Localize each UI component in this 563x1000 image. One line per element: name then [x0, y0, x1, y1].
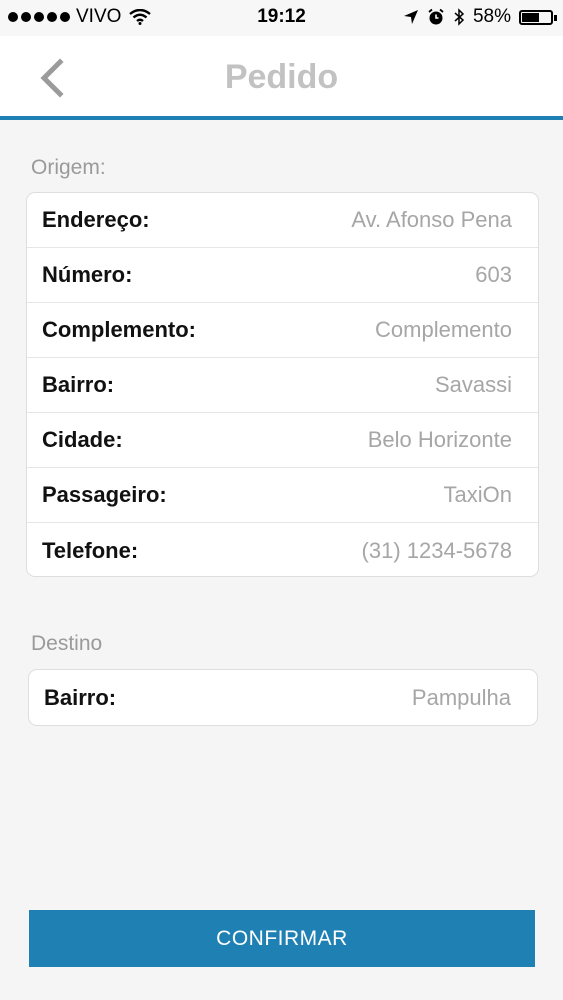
field-value: Savassi — [434, 372, 512, 397]
status-bar-right: 58% — [403, 6, 557, 28]
status-bar: VIVO 19:12 58% — [0, 0, 563, 36]
endereco-field[interactable]: Endereço: Av. Afonso Pena — [27, 193, 538, 248]
battery-percentage: 58% — [472, 6, 511, 27]
field-value: Pampulha — [411, 684, 511, 710]
cidade-field[interactable]: Cidade: Belo Horizonte — [27, 413, 538, 468]
bairro-field[interactable]: Bairro: Savassi — [27, 358, 538, 413]
complemento-field[interactable]: Complemento: Complemento — [27, 303, 538, 358]
page-title: Pedido — [224, 58, 339, 96]
field-label: Complemento: — [42, 317, 196, 342]
origem-section-label: Origem: — [31, 156, 106, 179]
destino-section-label: Destino — [31, 632, 103, 655]
field-label: Bairro: — [44, 684, 117, 710]
passageiro-field[interactable]: Passageiro: TaxiOn — [27, 468, 538, 523]
navigation-bar: Pedido — [0, 36, 563, 117]
nav-divider — [0, 116, 563, 120]
field-label: Número: — [42, 262, 133, 287]
field-label: Bairro: — [42, 372, 115, 397]
telefone-field[interactable]: Telefone: (31) 1234-5678 — [27, 523, 538, 576]
field-value: Av. Afonso Pena — [351, 207, 512, 232]
numero-field[interactable]: Número: 603 — [27, 248, 538, 303]
field-label: Cidade: — [42, 427, 123, 452]
destino-card: Bairro: Pampulha — [28, 669, 538, 726]
alarm-clock-icon — [428, 8, 444, 25]
bluetooth-icon — [454, 8, 465, 26]
field-value: Belo Horizonte — [367, 427, 512, 452]
field-label: Passageiro: — [42, 482, 167, 507]
origem-card: Endereço: Av. Afonso Pena Número: 603 Co… — [26, 192, 539, 577]
field-value: TaxiOn — [443, 482, 512, 507]
field-value: 603 — [475, 262, 512, 287]
destino-bairro-field[interactable]: Bairro: Pampulha — [29, 670, 537, 725]
confirm-button[interactable]: CONFIRMAR — [29, 910, 535, 967]
field-value: Complemento — [375, 317, 512, 342]
field-value: (31) 1234-5678 — [361, 537, 512, 563]
battery-icon — [519, 9, 557, 25]
field-label: Endereço: — [42, 207, 150, 232]
location-arrow-icon — [403, 10, 418, 24]
field-label: Telefone: — [42, 537, 139, 563]
